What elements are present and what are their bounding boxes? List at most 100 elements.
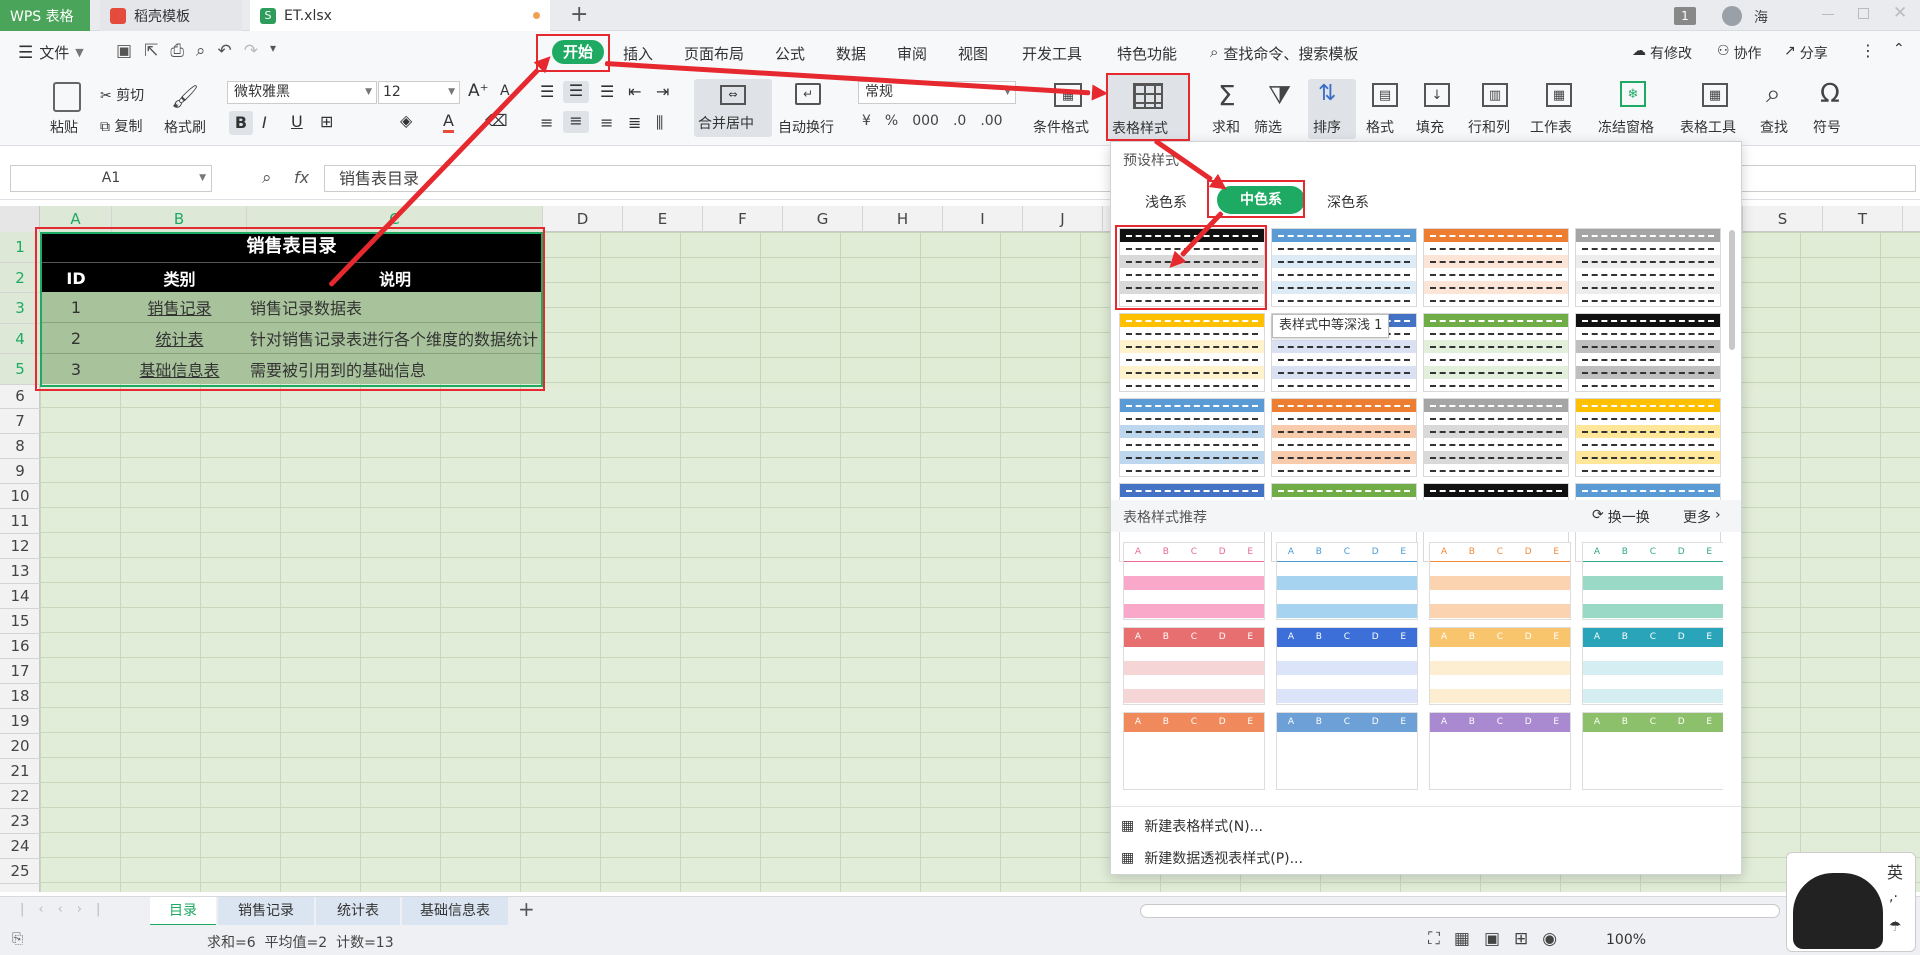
sheet-nav-arrows[interactable]: |‹‹›|: [20, 902, 114, 917]
sort-button[interactable]: ⇅ 排序: [1308, 79, 1356, 139]
row-header[interactable]: 7: [0, 409, 40, 434]
minimize-icon[interactable]: [1822, 14, 1834, 15]
row-header[interactable]: 22: [0, 784, 40, 809]
justify-icon[interactable]: ≣: [628, 113, 641, 132]
share-button[interactable]: ↗ 分享: [1784, 43, 1828, 63]
tab-page-layout[interactable]: 页面布局: [684, 43, 744, 64]
tab-data[interactable]: 数据: [836, 43, 866, 64]
border-icon[interactable]: ⊞: [320, 112, 333, 131]
table-tools-icon[interactable]: ▦: [1702, 83, 1728, 107]
preset-style-swatch[interactable]: [1271, 228, 1417, 307]
fill-color-icon[interactable]: ◈: [400, 111, 412, 130]
tab-review[interactable]: 审阅: [897, 43, 927, 64]
recommended-style-swatch[interactable]: A B C D E: [1429, 627, 1571, 705]
sum-button[interactable]: 求和: [1212, 117, 1240, 137]
row-header[interactable]: 2: [0, 262, 40, 293]
row-col-icon[interactable]: ▥: [1482, 83, 1508, 107]
preset-style-swatch[interactable]: [1423, 398, 1569, 477]
row-header[interactable]: 1: [0, 232, 40, 263]
row-header[interactable]: 23: [0, 809, 40, 834]
column-header-g[interactable]: G: [783, 206, 863, 232]
close-icon[interactable]: ✕: [1893, 3, 1907, 23]
tab-developer[interactable]: 开发工具: [1022, 43, 1082, 64]
collapse-ribbon-icon[interactable]: ⌃: [1893, 41, 1905, 57]
recommended-style-swatch[interactable]: A B C D E: [1123, 627, 1265, 705]
name-box[interactable]: A1 ▼: [10, 165, 212, 192]
column-header-e[interactable]: E: [623, 206, 703, 232]
fullscreen-icon[interactable]: ⛶: [1428, 929, 1440, 949]
row-header[interactable]: 12: [0, 534, 40, 559]
preset-style-swatch[interactable]: [1575, 228, 1721, 307]
row-header[interactable]: 11: [0, 509, 40, 534]
row-header[interactable]: 5: [0, 354, 40, 385]
row-header[interactable]: 14: [0, 584, 40, 609]
row-header[interactable]: 15: [0, 609, 40, 634]
more-button[interactable]: 更多 ›: [1683, 507, 1721, 527]
more-icon[interactable]: ⋮: [1860, 41, 1876, 60]
page-layout-icon[interactable]: ▣: [1484, 929, 1500, 949]
row-header[interactable]: 21: [0, 759, 40, 784]
worksheet-button[interactable]: 工作表: [1530, 117, 1572, 137]
zoom-level[interactable]: 100%: [1606, 932, 1646, 948]
row-header[interactable]: 4: [0, 323, 40, 354]
new-tab-button[interactable]: +: [570, 2, 588, 27]
recommended-style-swatch[interactable]: A B C D E: [1582, 542, 1723, 620]
customize-chevron-icon[interactable]: ▾: [270, 41, 276, 61]
ime-skin-icon[interactable]: ☂: [1889, 919, 1902, 935]
align-bottom-icon[interactable]: ☰: [600, 82, 614, 101]
wrap-text-button[interactable]: 自动换行: [778, 117, 834, 137]
freeze-panes-icon[interactable]: ❄: [1620, 81, 1646, 107]
recommended-style-swatch[interactable]: A B C D E: [1123, 712, 1265, 790]
fill-button[interactable]: 填充: [1416, 117, 1444, 137]
row-header[interactable]: 10: [0, 484, 40, 509]
file-menu[interactable]: ☰ 文件 ▼: [18, 42, 84, 63]
freeze-panes-button[interactable]: 冻结窗格: [1598, 117, 1654, 137]
recommended-style-swatch[interactable]: A B C D E: [1582, 627, 1723, 705]
avatar[interactable]: [1722, 6, 1742, 26]
normal-view-icon[interactable]: ▦: [1454, 929, 1470, 949]
tab-insert[interactable]: 插入: [623, 43, 653, 64]
row-header[interactable]: 24: [0, 834, 40, 859]
recommended-style-swatch[interactable]: A B C D E: [1276, 712, 1418, 790]
preset-style-swatch[interactable]: [1271, 398, 1417, 477]
export-icon[interactable]: ⇱: [144, 41, 158, 61]
ime-widget[interactable]: 英 ,· ☂: [1786, 852, 1916, 952]
align-middle-icon[interactable]: ☰: [563, 81, 589, 103]
redo-icon[interactable]: ↷: [244, 41, 258, 61]
percent-icon[interactable]: %: [885, 113, 898, 129]
horizontal-scrollbar[interactable]: [1140, 904, 1780, 918]
recommended-style-swatch[interactable]: A B C D E: [1276, 542, 1418, 620]
ime-lang[interactable]: 英: [1887, 859, 1903, 883]
decrease-decimal-icon[interactable]: .00: [980, 113, 1002, 129]
recommended-style-swatch[interactable]: A B C D E: [1429, 542, 1571, 620]
format-button[interactable]: 格式: [1366, 117, 1394, 137]
print-icon[interactable]: ⎙: [170, 41, 184, 61]
recommended-style-swatch[interactable]: A B C D E: [1429, 712, 1571, 790]
row-header[interactable]: 20: [0, 734, 40, 759]
format-icon[interactable]: ▤: [1372, 83, 1398, 107]
add-sheet-button[interactable]: +: [518, 897, 535, 921]
fill-icon[interactable]: ↓: [1424, 83, 1450, 107]
column-header-d[interactable]: D: [543, 206, 623, 232]
print-preview-icon[interactable]: ⌕: [196, 41, 206, 61]
preset-style-swatch[interactable]: [1423, 313, 1569, 392]
thousands-icon[interactable]: 000: [912, 113, 939, 129]
filter-button[interactable]: 筛选: [1254, 117, 1282, 137]
row-header[interactable]: 13: [0, 559, 40, 584]
has-changes-button[interactable]: ☁ 有修改: [1632, 43, 1692, 63]
preset-style-swatch[interactable]: [1119, 313, 1265, 392]
font-color-icon[interactable]: A: [443, 111, 454, 133]
tab-special-features[interactable]: 特色功能: [1117, 43, 1177, 64]
find-icon[interactable]: ⌕: [1766, 79, 1781, 110]
cut-button[interactable]: ✂ 剪切: [100, 85, 144, 105]
preset-style-swatch[interactable]: [1575, 398, 1721, 477]
row-col-button[interactable]: 行和列: [1468, 117, 1510, 137]
fx-icon[interactable]: fx: [294, 168, 309, 187]
italic-button[interactable]: I: [262, 113, 267, 132]
row-header[interactable]: 8: [0, 434, 40, 459]
sheet-tab-stats[interactable]: 统计表: [316, 897, 400, 926]
undo-icon[interactable]: ↶: [217, 41, 231, 61]
tab-docer-templates[interactable]: 稻壳模板: [100, 0, 242, 31]
indent-increase-icon[interactable]: ⇥: [656, 82, 669, 101]
swap-button[interactable]: ⟳ 换一换: [1592, 507, 1650, 527]
